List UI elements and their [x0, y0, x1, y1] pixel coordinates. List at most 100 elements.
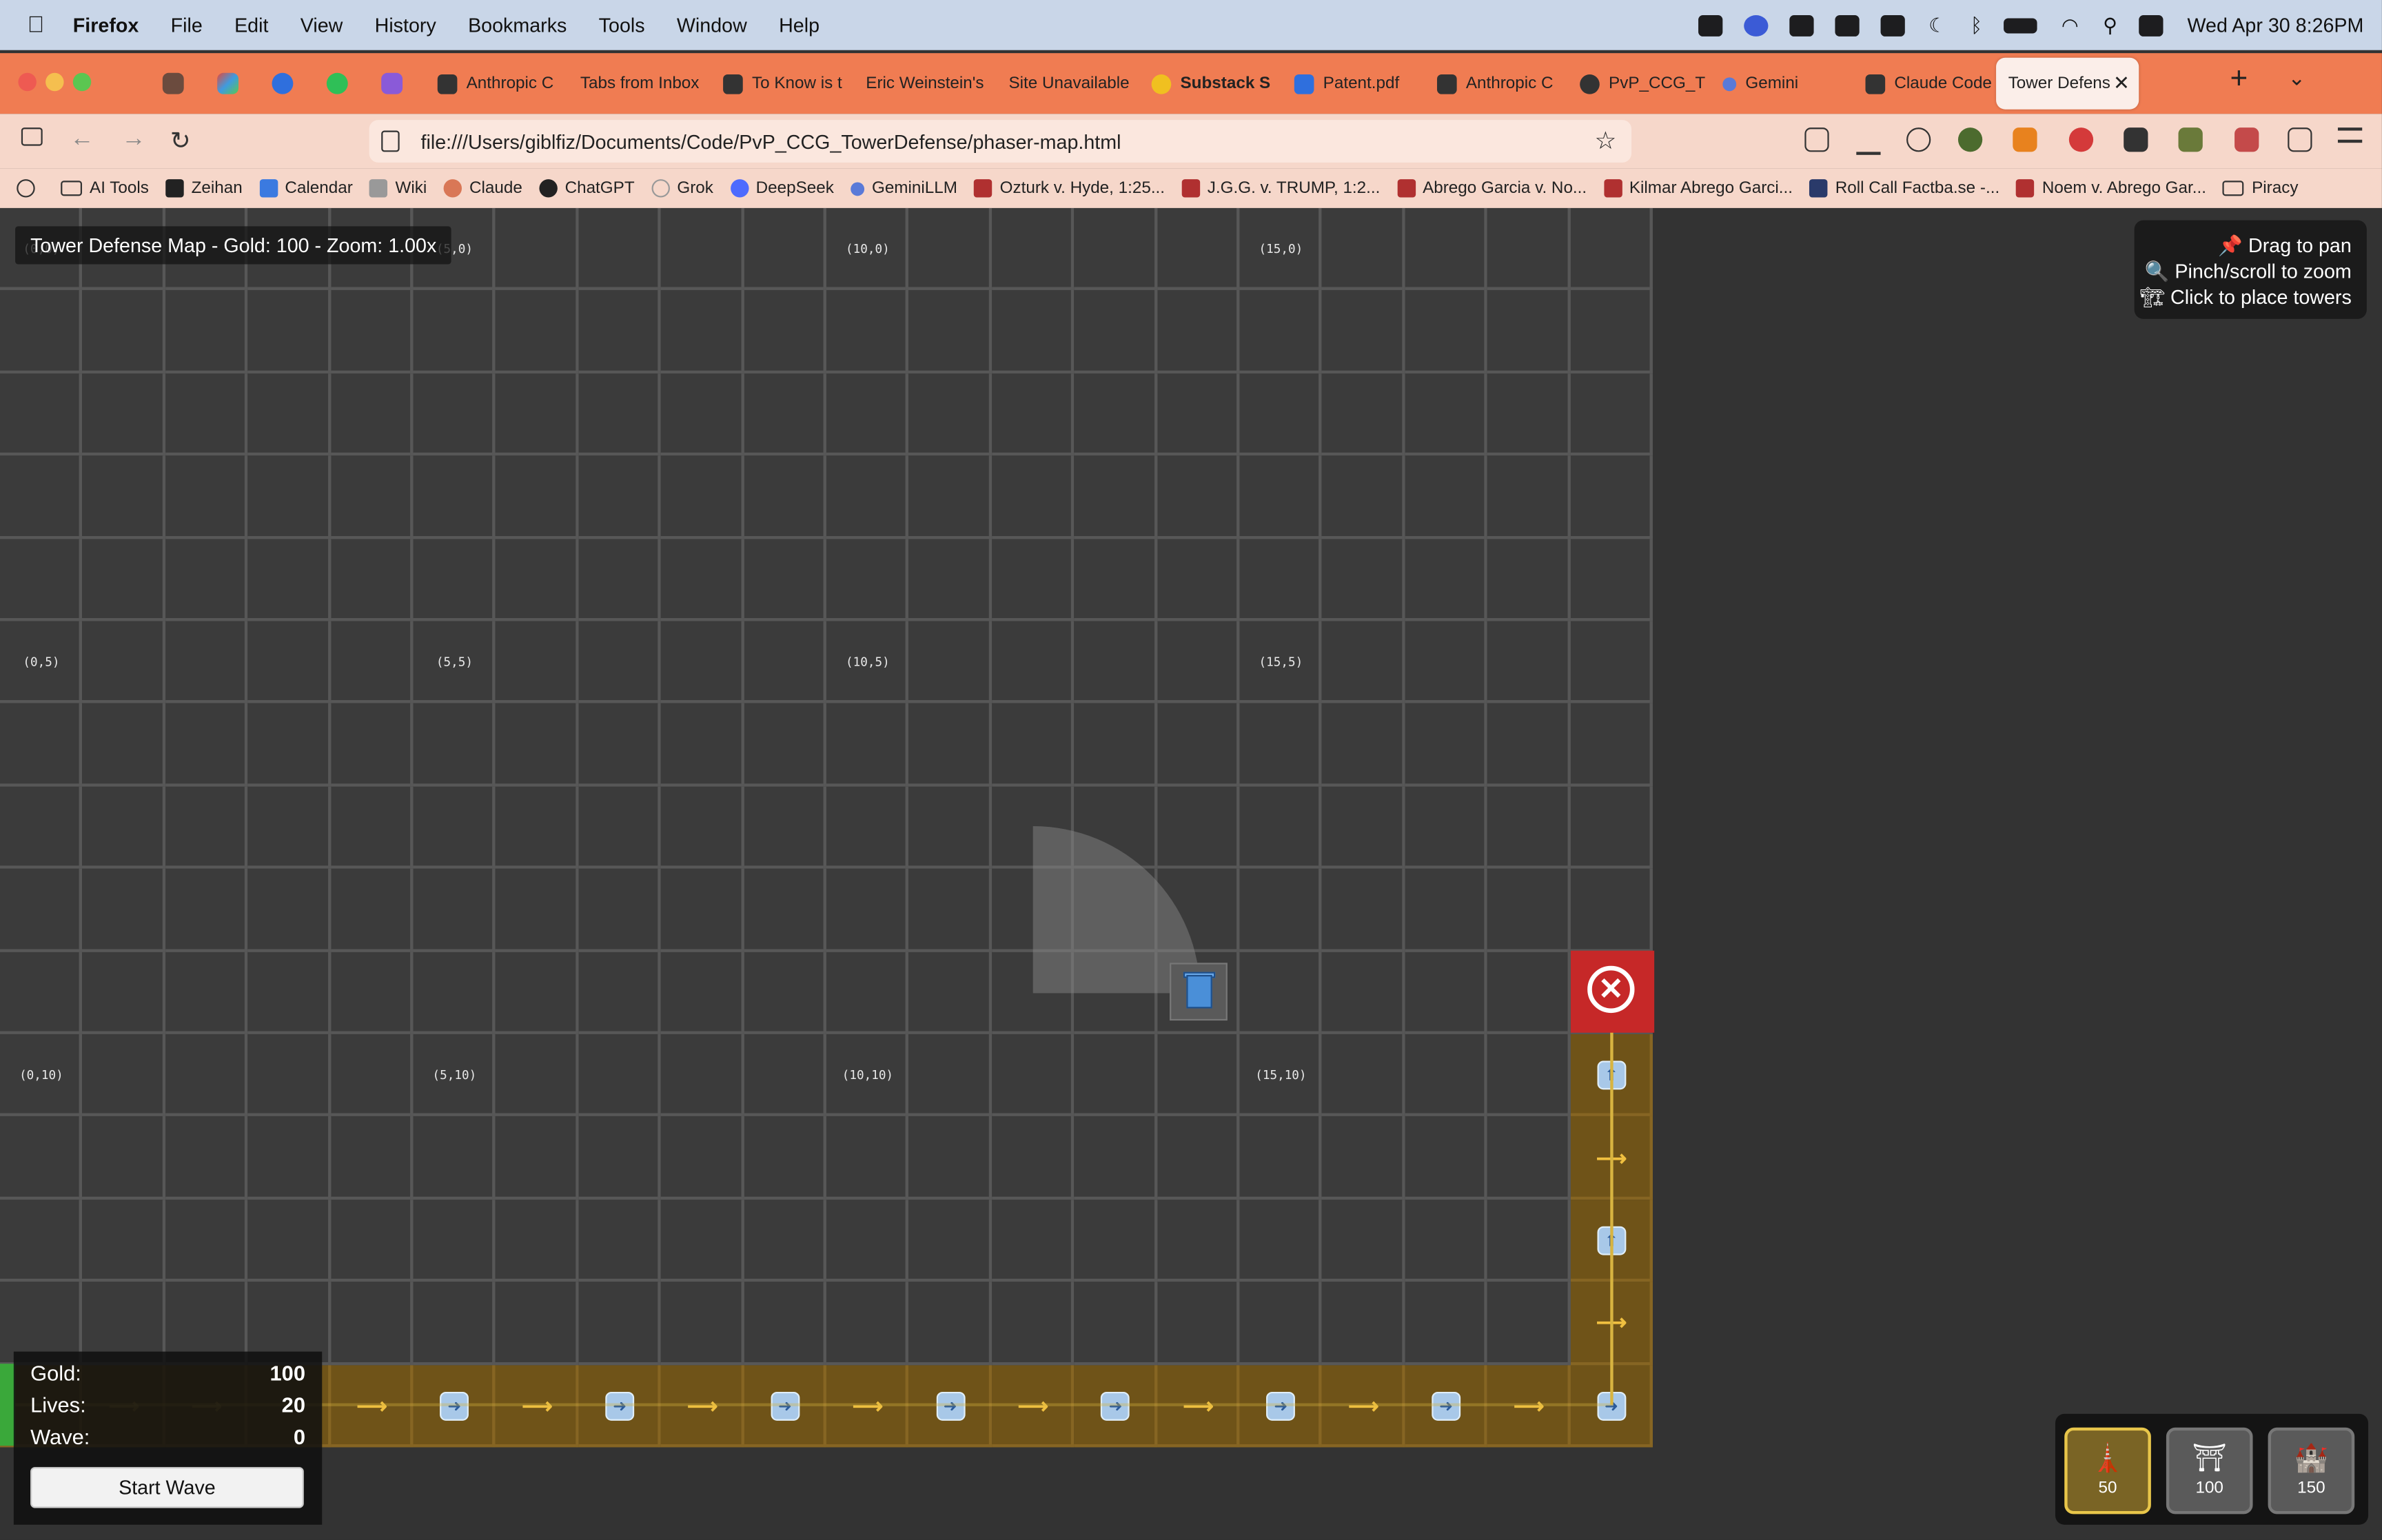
grid-tile[interactable] — [1074, 1199, 1157, 1282]
grid-tile[interactable] — [1239, 786, 1323, 870]
grid-tile[interactable] — [991, 455, 1075, 539]
download-icon[interactable] — [1856, 127, 1881, 155]
grid-tile[interactable] — [908, 1199, 992, 1282]
bookmark-jgg[interactable]: J.G.G. v. TRUMP, 1:2... — [1181, 179, 1380, 198]
grid-tile[interactable] — [0, 1199, 83, 1282]
grid-tile[interactable] — [1322, 1199, 1405, 1282]
grid-tile[interactable] — [496, 1282, 579, 1365]
menu-window[interactable]: Window — [677, 14, 747, 37]
grid-tile[interactable] — [1570, 538, 1653, 622]
extension-red-icon[interactable] — [2235, 127, 2259, 152]
grid-tile[interactable] — [744, 455, 826, 539]
pinned-tab-colors[interactable] — [207, 62, 250, 105]
grid-tile[interactable] — [578, 290, 662, 373]
grid-tile[interactable] — [247, 621, 331, 704]
grid-tile[interactable] — [661, 373, 744, 456]
grid-tile[interactable] — [908, 207, 992, 291]
tab-claude-code[interactable]: Claude Code — [1853, 58, 1993, 110]
pinned-tab-whatsapp[interactable] — [316, 62, 358, 105]
tab-list-button[interactable]: ⌄ — [2288, 65, 2305, 91]
adblock-icon[interactable] — [2068, 127, 2094, 152]
grid-tile[interactable] — [165, 373, 248, 456]
zoom-window-button[interactable] — [72, 72, 92, 92]
grid-tile[interactable] — [1074, 704, 1157, 787]
grid-tile[interactable] — [496, 621, 579, 704]
grid-tile[interactable] — [247, 290, 331, 373]
grid-tile[interactable] — [1157, 704, 1240, 787]
grid-tile[interactable] — [1074, 1282, 1157, 1365]
menu-view[interactable]: View — [301, 14, 343, 37]
tab-patent[interactable]: Patent.pdf — [1282, 58, 1422, 110]
grid-tile[interactable] — [413, 1116, 496, 1200]
grid-tile[interactable] — [413, 538, 496, 622]
grid-tile[interactable] — [82, 455, 165, 539]
bluetooth-icon[interactable]: ᛒ — [1971, 14, 1982, 37]
grid-tile[interactable] — [1487, 952, 1571, 1034]
grid-tile[interactable] — [1570, 704, 1653, 787]
grid-tile[interactable] — [330, 373, 414, 456]
grid-tile[interactable] — [744, 207, 826, 291]
grid-tile[interactable] — [578, 869, 662, 952]
new-tab-button[interactable]: + — [2230, 62, 2248, 97]
grid-tile[interactable] — [661, 704, 744, 787]
grid-tile[interactable] — [1570, 455, 1653, 539]
grid-tile[interactable] — [1157, 290, 1240, 373]
grid-tile[interactable] — [826, 290, 909, 373]
grid-tile[interactable] — [1405, 1034, 1488, 1117]
grid-tile[interactable] — [496, 869, 579, 952]
grid-tile[interactable] — [1570, 373, 1653, 456]
grid-tile[interactable] — [0, 290, 83, 373]
grid-tile[interactable] — [578, 1116, 662, 1200]
grid-tile[interactable] — [165, 869, 248, 952]
grid-tile[interactable] — [1487, 1034, 1571, 1117]
grid-tile[interactable] — [1074, 1034, 1157, 1117]
grid-tile[interactable] — [1074, 538, 1157, 622]
grid-tile[interactable] — [1322, 1116, 1405, 1200]
grid-tile[interactable] — [0, 869, 83, 952]
grid-tile[interactable] — [413, 786, 496, 870]
grid-tile[interactable] — [247, 869, 331, 952]
menu-history[interactable]: History — [375, 14, 436, 37]
grid-tile[interactable] — [826, 952, 909, 1034]
grid-tile[interactable] — [330, 455, 414, 539]
grid-tile[interactable] — [1487, 869, 1571, 952]
grid-tile[interactable] — [1322, 704, 1405, 787]
grid-tile[interactable] — [1405, 455, 1488, 539]
grid-tile[interactable] — [1322, 290, 1405, 373]
grid-tile[interactable] — [1239, 290, 1323, 373]
grid-tile[interactable] — [82, 704, 165, 787]
bookmark-ai-tools[interactable]: AI Tools — [61, 179, 149, 198]
tab-eric[interactable]: Eric Weinstein's — [854, 58, 994, 110]
grid-tile[interactable] — [908, 538, 992, 622]
grid-tile[interactable] — [0, 455, 83, 539]
back-button[interactable]: ← — [70, 126, 94, 154]
grid-tile[interactable] — [578, 952, 662, 1034]
extension-box-icon[interactable] — [2124, 127, 2148, 152]
bookmark-rollcall[interactable]: Roll Call Factba.se -... — [1809, 179, 1999, 198]
grid-tile[interactable] — [496, 290, 579, 373]
grid-tile[interactable] — [1322, 1034, 1405, 1117]
metamask-icon[interactable] — [2013, 127, 2037, 152]
grid-tile[interactable] — [0, 786, 83, 870]
grid-tile[interactable] — [578, 786, 662, 870]
bookmark-geminillm[interactable]: GeminiLLM — [851, 179, 957, 198]
grid-tile[interactable] — [247, 373, 331, 456]
grid-tile[interactable] — [0, 952, 83, 1034]
app-status-icon[interactable] — [1698, 14, 1722, 36]
grid-tile[interactable] — [413, 1282, 496, 1365]
grid-tile[interactable] — [1322, 786, 1405, 870]
menu-edit[interactable]: Edit — [234, 14, 268, 37]
grid-tile[interactable] — [744, 290, 826, 373]
grid-tile[interactable] — [1322, 207, 1405, 291]
grid-tile[interactable] — [82, 538, 165, 622]
grid-tile[interactable] — [496, 1116, 579, 1200]
grid-tile[interactable] — [1239, 1282, 1323, 1365]
grid-tile[interactable] — [826, 538, 909, 622]
grid-tile[interactable] — [1074, 455, 1157, 539]
grid-tile[interactable] — [1570, 869, 1653, 952]
grid-tile[interactable] — [1487, 704, 1571, 787]
grid-tile[interactable] — [908, 373, 992, 456]
grid-tile[interactable] — [991, 1282, 1075, 1365]
close-window-button[interactable] — [18, 72, 37, 92]
grid-tile[interactable] — [908, 704, 992, 787]
